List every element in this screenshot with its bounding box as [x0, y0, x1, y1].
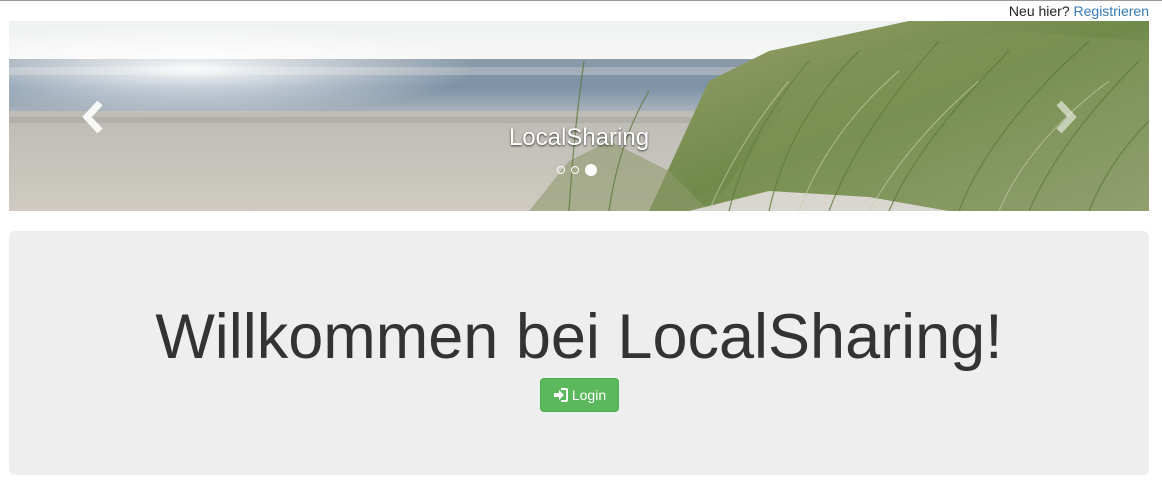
login-label: Login [571, 387, 607, 403]
carousel-indicators [557, 164, 597, 176]
welcome-jumbotron: Willkommen bei LocalSharing! Login [9, 231, 1149, 475]
top-border [0, 0, 1162, 1]
register-link[interactable]: Registrieren [1074, 3, 1149, 19]
carousel-indicator-active[interactable] [585, 164, 597, 176]
carousel-caption: LocalSharing [508, 124, 650, 151]
login-icon [553, 388, 568, 402]
image-carousel: LocalSharing [9, 21, 1149, 211]
login-button[interactable]: Login [540, 378, 619, 412]
beach-dune-image [9, 21, 1149, 211]
carousel-indicator[interactable] [557, 166, 565, 174]
new-here-text: Neu hier? [1008, 3, 1070, 19]
carousel-indicator[interactable] [571, 166, 579, 174]
topbar: Neu hier? Registrieren [1009, 3, 1149, 19]
welcome-heading: Willkommen bei LocalSharing! [155, 302, 1003, 372]
